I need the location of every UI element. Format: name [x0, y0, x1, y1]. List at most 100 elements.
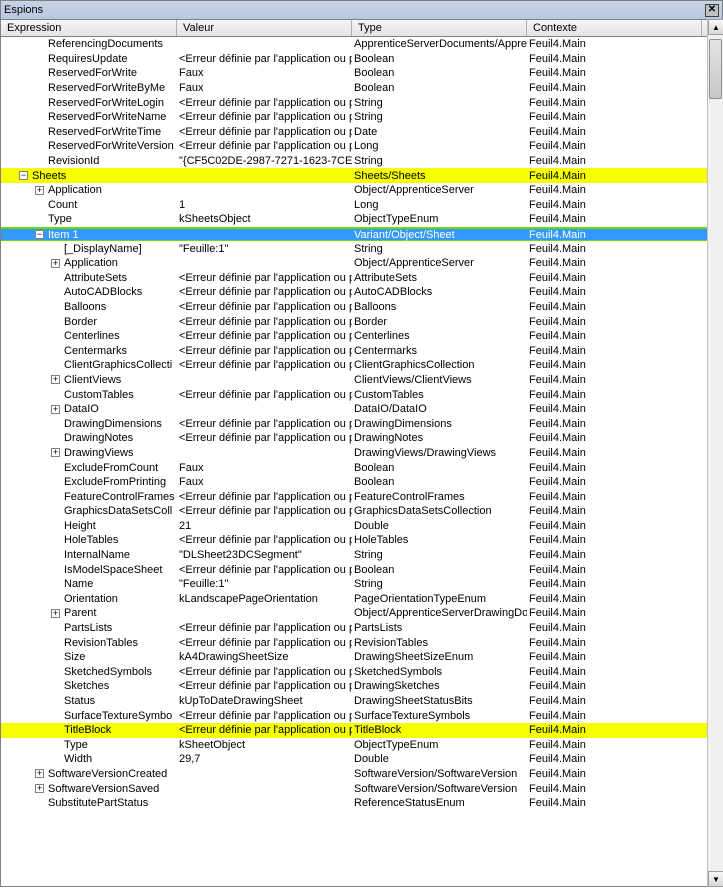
- scroll-thumb[interactable]: [709, 39, 722, 99]
- tree-row[interactable]: InternalName"DLSheet23DCSegment"StringFe…: [1, 548, 722, 563]
- tree-row[interactable]: ApplicationObject/ApprenticeServerFeuil4…: [1, 183, 722, 198]
- tree-row[interactable]: Count1LongFeuil4.Main: [1, 198, 722, 213]
- expr-cell[interactable]: Application: [1, 257, 177, 269]
- tree-row[interactable]: IsModelSpaceSheet<Erreur définie par l'a…: [1, 562, 722, 577]
- value-cell[interactable]: <Erreur définie par l'application ou p: [177, 622, 352, 634]
- tree-row[interactable]: Border<Erreur définie par l'application …: [1, 314, 722, 329]
- expr-cell[interactable]: Type: [1, 739, 177, 751]
- value-cell[interactable]: <Erreur définie par l'application ou p: [177, 330, 352, 342]
- tree-row[interactable]: ReservedForWriteByMeFauxBooleanFeuil4.Ma…: [1, 81, 722, 96]
- tree-row[interactable]: DataIODataIO/DataIOFeuil4.Main: [1, 402, 722, 417]
- tree-row[interactable]: RevisionTables<Erreur définie par l'appl…: [1, 635, 722, 650]
- value-cell[interactable]: 21: [177, 520, 352, 532]
- expr-cell[interactable]: Application: [1, 184, 177, 196]
- tree-row[interactable]: SketchedSymbols<Erreur définie par l'app…: [1, 665, 722, 680]
- value-cell[interactable]: Faux: [177, 476, 352, 488]
- tree-row[interactable]: SoftwareVersionCreatedSoftwareVersion/So…: [1, 767, 722, 782]
- value-cell[interactable]: <Erreur définie par l'application ou p: [177, 534, 352, 546]
- tree-row[interactable]: DrawingViewsDrawingViews/DrawingViewsFeu…: [1, 446, 722, 461]
- tree-row[interactable]: Height21DoubleFeuil4.Main: [1, 519, 722, 534]
- tree-row[interactable]: ClientViewsClientViews/ClientViewsFeuil4…: [1, 373, 722, 388]
- value-cell[interactable]: <Erreur définie par l'application ou p: [177, 53, 352, 65]
- close-button[interactable]: ✕: [705, 4, 719, 17]
- expr-cell[interactable]: RevisionTables: [1, 637, 177, 649]
- tree-row[interactable]: ReservedForWriteLogin<Erreur définie par…: [1, 95, 722, 110]
- expr-cell[interactable]: TitleBlock: [1, 724, 177, 736]
- expr-cell[interactable]: RevisionId: [1, 155, 177, 167]
- tree-row[interactable]: ExcludeFromCountFauxBooleanFeuil4.Main: [1, 460, 722, 475]
- value-cell[interactable]: kLandscapePageOrientation: [177, 593, 352, 605]
- expand-icon[interactable]: [51, 259, 60, 268]
- expr-cell[interactable]: Centerlines: [1, 330, 177, 342]
- tree-row[interactable]: ReservedForWriteFauxBooleanFeuil4.Main: [1, 66, 722, 81]
- expr-cell[interactable]: RequiresUpdate: [1, 53, 177, 65]
- expr-cell[interactable]: ExcludeFromCount: [1, 462, 177, 474]
- vertical-scrollbar[interactable]: ▲ ▼: [707, 19, 723, 887]
- value-cell[interactable]: <Erreur définie par l'application ou p: [177, 111, 352, 123]
- expand-icon[interactable]: [51, 375, 60, 384]
- tree-row[interactable]: OrientationkLandscapePageOrientationPage…: [1, 592, 722, 607]
- tree-row[interactable]: Centerlines<Erreur définie par l'applica…: [1, 329, 722, 344]
- tree-row[interactable]: RequiresUpdate<Erreur définie par l'appl…: [1, 52, 722, 67]
- value-cell[interactable]: "Feuille:1": [177, 243, 352, 255]
- value-cell[interactable]: kUpToDateDrawingSheet: [177, 695, 352, 707]
- expand-icon[interactable]: [51, 448, 60, 457]
- expr-cell[interactable]: Height: [1, 520, 177, 532]
- expr-cell[interactable]: Orientation: [1, 593, 177, 605]
- header-expression[interactable]: Expression: [1, 20, 177, 36]
- value-cell[interactable]: <Erreur définie par l'application ou p: [177, 301, 352, 313]
- expr-cell[interactable]: Centermarks: [1, 345, 177, 357]
- tree-row[interactable]: SizekA4DrawingSheetSizeDrawingSheetSizeE…: [1, 650, 722, 665]
- expr-cell[interactable]: SoftwareVersionCreated: [1, 768, 177, 780]
- tree-row[interactable]: Centermarks<Erreur définie par l'applica…: [1, 343, 722, 358]
- expr-cell[interactable]: HoleTables: [1, 534, 177, 546]
- value-cell[interactable]: Faux: [177, 462, 352, 474]
- expr-cell[interactable]: DrawingDimensions: [1, 418, 177, 430]
- value-cell[interactable]: kA4DrawingSheetSize: [177, 651, 352, 663]
- expr-cell[interactable]: ReservedForWriteVersion: [1, 140, 177, 152]
- tree-row[interactable]: DrawingDimensions<Erreur définie par l'a…: [1, 416, 722, 431]
- expr-cell[interactable]: ReferencingDocuments: [1, 38, 177, 50]
- expr-cell[interactable]: Border: [1, 316, 177, 328]
- value-cell[interactable]: <Erreur définie par l'application ou p: [177, 389, 352, 401]
- header-value[interactable]: Valeur: [177, 20, 352, 36]
- tree-row[interactable]: TypekSheetsObjectObjectTypeEnumFeuil4.Ma…: [1, 212, 722, 227]
- tree-row[interactable]: Item 1Variant/Object/SheetFeuil4.Main: [1, 227, 722, 242]
- tree-row[interactable]: PartsLists<Erreur définie par l'applicat…: [1, 621, 722, 636]
- tree-row[interactable]: Balloons<Erreur définie par l'applicatio…: [1, 300, 722, 315]
- expr-cell[interactable]: ReservedForWriteTime: [1, 126, 177, 138]
- value-cell[interactable]: <Erreur définie par l'application ou p: [177, 724, 352, 736]
- expr-cell[interactable]: Sheets: [1, 170, 177, 182]
- watch-tree[interactable]: ReferencingDocumentsApprenticeServerDocu…: [1, 37, 722, 888]
- value-cell[interactable]: <Erreur définie par l'application ou p: [177, 666, 352, 678]
- tree-row[interactable]: StatuskUpToDateDrawingSheetDrawingSheetS…: [1, 694, 722, 709]
- value-cell[interactable]: kSheetsObject: [177, 213, 352, 225]
- expr-cell[interactable]: GraphicsDataSetsColl: [1, 505, 177, 517]
- collapse-icon[interactable]: [35, 230, 44, 239]
- expr-cell[interactable]: Width: [1, 753, 177, 765]
- tree-row[interactable]: AttributeSets<Erreur définie par l'appli…: [1, 271, 722, 286]
- tree-row[interactable]: Sketches<Erreur définie par l'applicatio…: [1, 679, 722, 694]
- expr-cell[interactable]: Sketches: [1, 680, 177, 692]
- header-context[interactable]: Contexte: [527, 20, 702, 36]
- expr-cell[interactable]: IsModelSpaceSheet: [1, 564, 177, 576]
- expr-cell[interactable]: SubstitutePartStatus: [1, 797, 177, 809]
- expr-cell[interactable]: ClientViews: [1, 374, 177, 386]
- expr-cell[interactable]: DrawingNotes: [1, 432, 177, 444]
- tree-row[interactable]: Name"Feuille:1"StringFeuil4.Main: [1, 577, 722, 592]
- expr-cell[interactable]: FeatureControlFrames: [1, 491, 177, 503]
- tree-row[interactable]: CustomTables<Erreur définie par l'applic…: [1, 387, 722, 402]
- tree-row[interactable]: TypekSheetObjectObjectTypeEnumFeuil4.Mai…: [1, 738, 722, 753]
- tree-row[interactable]: ReservedForWriteTime<Erreur définie par …: [1, 125, 722, 140]
- value-cell[interactable]: <Erreur définie par l'application ou p: [177, 680, 352, 692]
- value-cell[interactable]: <Erreur définie par l'application ou p: [177, 345, 352, 357]
- expr-cell[interactable]: ExcludeFromPrinting: [1, 476, 177, 488]
- expr-cell[interactable]: ReservedForWriteByMe: [1, 82, 177, 94]
- tree-row[interactable]: SurfaceTextureSymbo<Erreur définie par l…: [1, 708, 722, 723]
- tree-row[interactable]: SheetsSheets/SheetsFeuil4.Main: [1, 168, 722, 183]
- tree-row[interactable]: ReservedForWriteName<Erreur définie par …: [1, 110, 722, 125]
- expr-cell[interactable]: InternalName: [1, 549, 177, 561]
- scroll-up-button[interactable]: ▲: [708, 19, 723, 35]
- tree-row[interactable]: FeatureControlFrames<Erreur définie par …: [1, 489, 722, 504]
- expr-cell[interactable]: Item 1: [1, 229, 177, 241]
